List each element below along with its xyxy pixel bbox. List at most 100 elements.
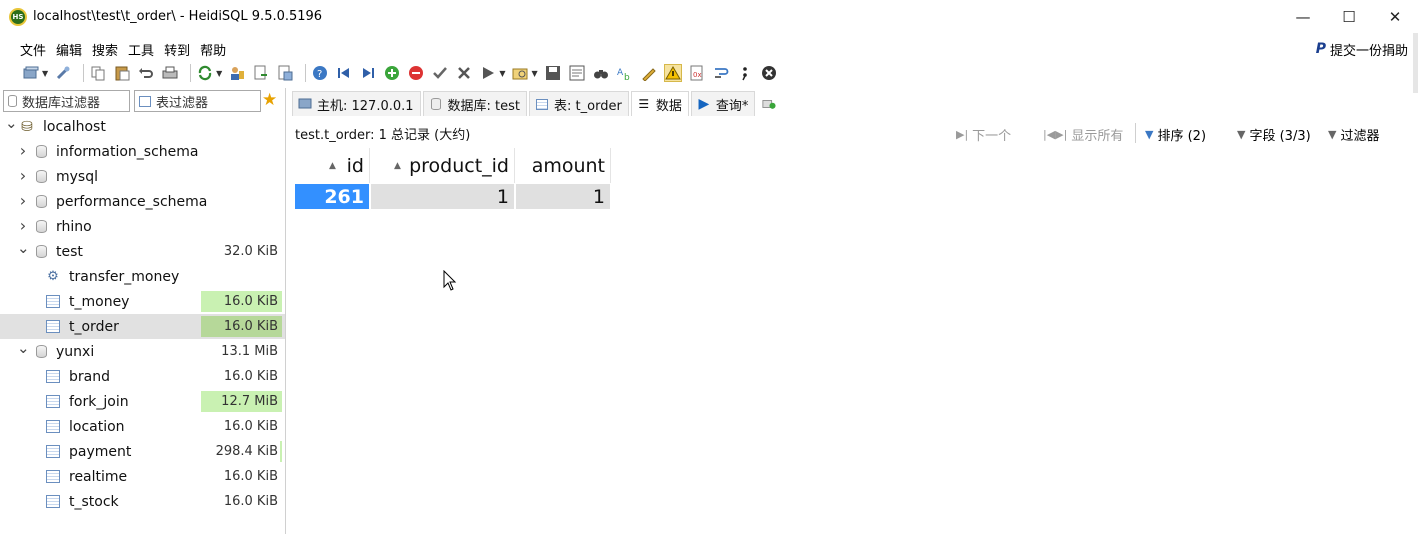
- tab-host[interactable]: 主机: 127.0.0.1: [292, 91, 421, 116]
- filter-button[interactable]: ▼ 过滤器: [1328, 125, 1379, 144]
- minimize-button[interactable]: —: [1280, 0, 1326, 33]
- format-sql-icon[interactable]: [640, 64, 658, 82]
- maximize-button[interactable]: ☐: [1326, 0, 1372, 33]
- tree-item-brand[interactable]: brand 16.0 KiB: [0, 364, 286, 389]
- tree-item-label: t_money: [69, 293, 130, 310]
- donate-button[interactable]: P 提交一份捐助: [1316, 37, 1408, 61]
- menu-file[interactable]: 文件: [20, 40, 46, 59]
- tree-item-realtime[interactable]: realtime 16.0 KiB: [0, 464, 286, 489]
- save-snippet-icon[interactable]: [568, 64, 586, 82]
- tree-item-t-stock[interactable]: t_stock 16.0 KiB: [0, 489, 286, 514]
- table-cell[interactable]: 1: [516, 184, 611, 209]
- tree-item-test[interactable]: ⌄ test 32.0 KiB: [0, 239, 286, 264]
- tree-item-rhino[interactable]: › rhino: [0, 214, 286, 239]
- menu-edit[interactable]: 编辑: [56, 40, 82, 59]
- column-header-product-id[interactable]: ▲ product_id: [371, 148, 515, 183]
- next-icon: ▶|: [956, 128, 969, 141]
- tree-item-fork-join[interactable]: fork_join 12.7 MiB: [0, 389, 286, 414]
- sort-ascending-icon: ▲: [394, 160, 401, 171]
- export-icon[interactable]: [276, 64, 294, 82]
- last-record-icon[interactable]: [359, 64, 377, 82]
- tree-item-size: 32.0 KiB: [223, 244, 278, 259]
- menu-help[interactable]: 帮助: [200, 40, 226, 59]
- menu-goto[interactable]: 转到: [164, 40, 190, 59]
- chevron-down-icon[interactable]: ▼: [216, 69, 222, 78]
- toolbar-divider: [83, 64, 85, 82]
- sort-button[interactable]: ▼ 排序 (2): [1145, 125, 1206, 144]
- chevron-down-icon[interactable]: ⌄: [17, 339, 30, 357]
- columns-button[interactable]: ▼ 字段 (3/3): [1237, 125, 1311, 144]
- first-record-icon[interactable]: [335, 64, 353, 82]
- table-cell[interactable]: 261: [295, 184, 370, 209]
- stop-icon[interactable]: [760, 64, 778, 82]
- favorites-star-icon[interactable]: ★: [262, 90, 277, 110]
- tab-database[interactable]: 数据库: test: [422, 91, 528, 116]
- svg-text:b: b: [624, 73, 630, 81]
- cancel-icon[interactable]: [455, 64, 473, 82]
- tab-table[interactable]: 表: t_order: [529, 91, 629, 116]
- add-record-icon[interactable]: [383, 64, 401, 82]
- chevron-down-icon[interactable]: ▼: [499, 69, 505, 78]
- session-manager-icon[interactable]: [22, 64, 40, 82]
- save-icon[interactable]: [544, 64, 562, 82]
- tree-item-t-order[interactable]: t_order 16.0 KiB: [0, 314, 286, 339]
- refresh-icon[interactable]: [196, 64, 214, 82]
- tab-data[interactable]: ☰ 数据: [630, 91, 689, 116]
- copy-icon[interactable]: [89, 64, 107, 82]
- help-icon[interactable]: ?: [311, 64, 329, 82]
- chevron-right-icon[interactable]: ›: [17, 216, 29, 235]
- find-icon[interactable]: [592, 64, 610, 82]
- tab-database-label: 数据库: test: [447, 98, 521, 114]
- post-icon[interactable]: [431, 64, 449, 82]
- table-filter-input[interactable]: 表过滤器: [134, 90, 261, 112]
- paste-icon[interactable]: [113, 64, 131, 82]
- load-sql-icon[interactable]: [511, 64, 529, 82]
- tree-item-yunxi[interactable]: ⌄ yunxi 13.1 MiB: [0, 339, 286, 364]
- table-cell[interactable]: 1: [371, 184, 515, 209]
- window-edge: [1413, 33, 1418, 93]
- tree-item-information-schema[interactable]: › information_schema: [0, 139, 286, 164]
- heidisql-app-icon[interactable]: HS: [9, 7, 27, 26]
- replace-icon[interactable]: Ab: [616, 64, 634, 82]
- tree-item-location[interactable]: location 16.0 KiB: [0, 414, 286, 439]
- column-header-id[interactable]: ▲ id: [295, 148, 370, 183]
- user-manager-icon[interactable]: [228, 64, 246, 82]
- panel-divider[interactable]: [285, 88, 286, 534]
- database-icon: [34, 170, 48, 184]
- chevron-down-icon[interactable]: ▼: [531, 69, 537, 78]
- chevron-down-icon[interactable]: ⌄: [17, 239, 30, 257]
- chevron-right-icon[interactable]: ›: [17, 166, 29, 185]
- run-icon[interactable]: [479, 64, 497, 82]
- tree-item-mysql[interactable]: › mysql: [0, 164, 286, 189]
- tree-item-localhost[interactable]: ⌄ ⛁ localhost: [0, 114, 286, 139]
- show-all-button[interactable]: |◀▶| 显示所有: [1043, 125, 1123, 144]
- tree-item-transfer-money[interactable]: ⚙ transfer_money: [0, 264, 286, 289]
- column-header-amount[interactable]: amount: [516, 148, 611, 183]
- import-icon[interactable]: [252, 64, 270, 82]
- menu-search[interactable]: 搜索: [92, 40, 118, 59]
- new-query-tab-button[interactable]: [757, 91, 787, 116]
- chevron-right-icon[interactable]: ›: [17, 191, 29, 210]
- close-button[interactable]: ✕: [1372, 0, 1418, 33]
- tab-query[interactable]: ▶ 查询*: [690, 91, 756, 116]
- binary-icon[interactable]: 0x: [688, 64, 706, 82]
- tree-item-t-money[interactable]: t_money 16.0 KiB: [0, 289, 286, 314]
- database-filter-input[interactable]: 数据库过滤器: [3, 90, 130, 112]
- tree-item-size: 16.0 KiB: [223, 469, 278, 484]
- semicolon-icon[interactable]: [736, 64, 754, 82]
- chevron-down-icon[interactable]: ⌄: [5, 114, 18, 132]
- window-title: localhost\test\t_order\ - HeidiSQL 9.5.0…: [33, 9, 323, 24]
- warning-icon[interactable]: [663, 64, 682, 82]
- tree-item-payment[interactable]: payment 298.4 KiB: [0, 439, 286, 464]
- chevron-right-icon[interactable]: ›: [17, 141, 29, 160]
- menu-tools[interactable]: 工具: [128, 40, 154, 59]
- next-button[interactable]: ▶| 下一个: [956, 125, 1011, 144]
- tree-item-performance-schema[interactable]: › performance_schema: [0, 189, 286, 214]
- chevron-down-icon[interactable]: ▼: [42, 69, 48, 78]
- column-header-label: amount: [531, 154, 605, 177]
- delete-record-icon[interactable]: [407, 64, 425, 82]
- print-icon[interactable]: [161, 64, 179, 82]
- wrap-icon[interactable]: [712, 64, 730, 82]
- undo-icon[interactable]: [137, 64, 155, 82]
- disconnect-icon[interactable]: [54, 64, 72, 82]
